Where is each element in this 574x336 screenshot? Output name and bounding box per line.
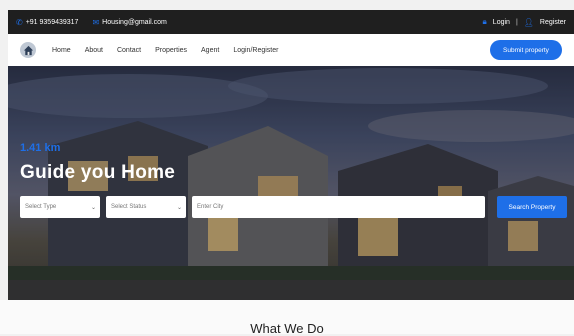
top-bar: ✆ +91 9359439317 ✉ Housing@gmail.com 🔒︎ … — [8, 10, 574, 34]
nav-properties[interactable]: Properties — [155, 47, 187, 54]
city-input[interactable]: Enter City — [192, 196, 485, 218]
site-logo[interactable] — [20, 42, 36, 58]
login-link[interactable]: Login — [493, 19, 510, 26]
search-property-button[interactable]: Search Property — [497, 196, 567, 218]
email-item[interactable]: ✉ Housing@gmail.com — [92, 18, 166, 27]
nav-about[interactable]: About — [85, 47, 103, 54]
register-link[interactable]: Register — [540, 19, 566, 26]
phone-text: +91 9359439317 — [25, 18, 79, 26]
lock-icon: 🔒︎ — [482, 17, 487, 26]
nav-contact[interactable]: Contact — [117, 47, 141, 54]
separator: | — [515, 18, 518, 26]
chevron-down-icon: ⌄ — [176, 204, 182, 211]
nav-agent[interactable]: Agent — [201, 47, 219, 54]
type-select-label: Select Type — [25, 204, 57, 210]
city-placeholder: Enter City — [197, 204, 224, 210]
phone-icon: ✆ — [16, 17, 23, 27]
submit-property-button[interactable]: Submit property — [490, 40, 562, 60]
hero-banner: 1.41 km Guide you Home Select Type ⌄ Sel… — [8, 66, 574, 300]
mail-icon: ✉ — [92, 17, 100, 27]
status-select-label: Select Status — [111, 204, 147, 210]
hero-title: Guide you Home — [20, 162, 176, 183]
chevron-down-icon: ⌄ — [90, 204, 96, 211]
email-text: Housing@gmail.com — [102, 18, 167, 26]
hero-subtitle: 1.41 km — [20, 142, 61, 154]
house-icon — [23, 45, 33, 55]
search-form: Select Type ⌄ Select Status ⌄ Enter City… — [20, 196, 567, 218]
status-select[interactable]: Select Status ⌄ — [106, 196, 186, 218]
nav-login-register[interactable]: Login/Register — [233, 47, 278, 54]
type-select[interactable]: Select Type ⌄ — [20, 196, 100, 218]
main-navbar: Home About Contact Properties Agent Logi… — [8, 34, 574, 66]
user-plus-icon: 👤︎ — [523, 17, 534, 27]
nav-home[interactable]: Home — [52, 47, 71, 54]
phone-item[interactable]: ✆ +91 9359439317 — [16, 18, 78, 27]
